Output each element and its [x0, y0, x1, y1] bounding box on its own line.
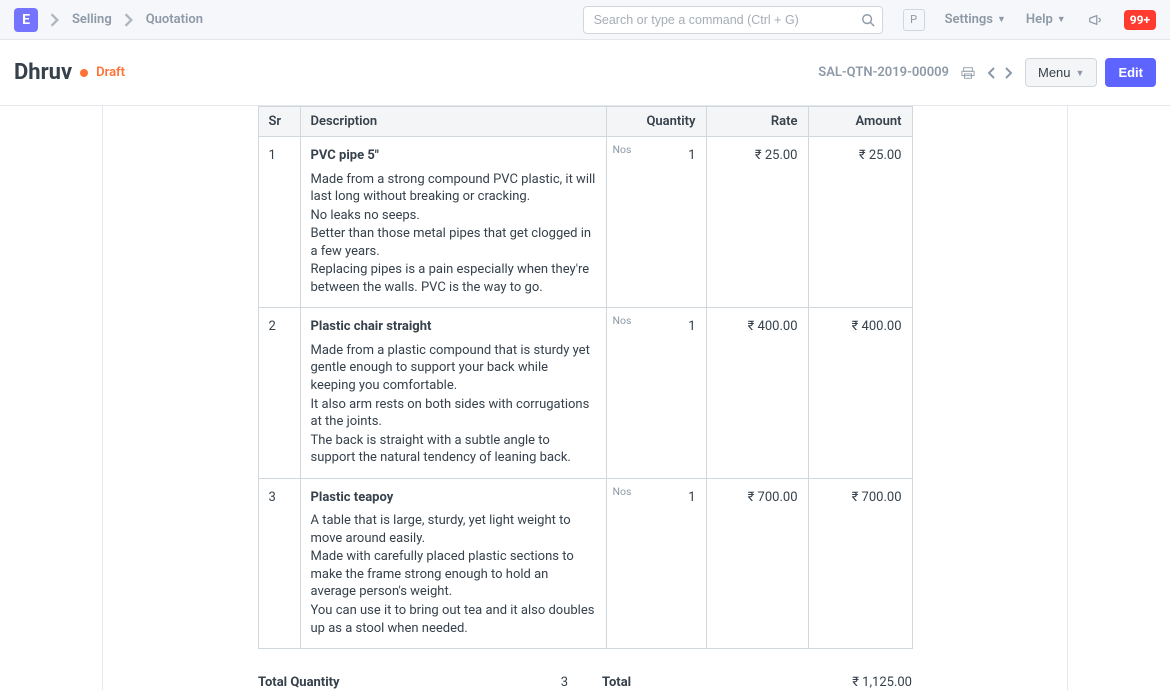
- help-menu[interactable]: Help ▼: [1026, 12, 1066, 27]
- total-label: Total: [602, 675, 631, 690]
- app-logo[interactable]: E: [14, 8, 38, 32]
- table-row: 3 Plastic teapoy A table that is large, st…: [258, 478, 912, 648]
- settings-menu[interactable]: Settings ▼: [945, 12, 1006, 27]
- th-description: Description: [300, 107, 606, 137]
- total-qty-label: Total Quantity: [258, 675, 340, 690]
- navbar: E Selling Quotation P Settings ▼ Help ▼ …: [0, 0, 1170, 40]
- breadcrumb-selling[interactable]: Selling: [72, 12, 112, 27]
- cell-description: Plastic teapoy A table that is large, stu…: [300, 478, 606, 648]
- next-doc-icon[interactable]: [1001, 66, 1015, 80]
- search-container: [583, 6, 883, 34]
- cell-rate: ₹ 400.00: [706, 308, 808, 478]
- notification-badge[interactable]: 99+: [1124, 10, 1156, 30]
- cell-rate: ₹ 700.00: [706, 478, 808, 648]
- total-amount-block: Total ₹ 1,125.00: [602, 675, 912, 690]
- cell-quantity: Nos 1: [606, 137, 706, 308]
- th-rate: Rate: [706, 107, 808, 137]
- cell-description: PVC pipe 5" Made from a strong compound P…: [300, 137, 606, 308]
- table-row: 2 Plastic chair straight Made from a plast…: [258, 308, 912, 478]
- qty-value: 1: [688, 148, 695, 163]
- caret-down-icon: ▼: [997, 14, 1006, 25]
- th-quantity: Quantity: [606, 107, 706, 137]
- items-table: Sr Description Quantity Rate Amount 1PVC…: [258, 106, 913, 649]
- doc-id: SAL-QTN-2019-00009: [818, 65, 949, 80]
- print-icon[interactable]: [961, 66, 975, 80]
- doc-status: Draft: [96, 65, 125, 80]
- item-description: Made from a plastic compound that is stu…: [311, 342, 596, 467]
- chevron-right-icon: [122, 13, 136, 27]
- cell-quantity: Nos 1: [606, 308, 706, 478]
- uom-label: Nos: [613, 485, 632, 499]
- item-name: Plastic teapoy: [311, 489, 596, 507]
- qty-value: 1: [688, 319, 695, 334]
- th-sr: Sr: [258, 107, 300, 137]
- cell-description: Plastic chair straight Made from a plasti…: [300, 308, 606, 478]
- item-description: A table that is large, sturdy, yet light…: [311, 512, 596, 637]
- item-description: Made from a strong compound PVC plastic,…: [311, 171, 596, 297]
- search-icon[interactable]: [861, 13, 875, 27]
- doc-header: Dhruv Draft SAL-QTN-2019-00009 Menu ▼ Ed…: [0, 40, 1170, 106]
- menu-button[interactable]: Menu ▼: [1025, 58, 1097, 87]
- cell-rate: ₹ 25.00: [706, 137, 808, 308]
- chevron-right-icon: [48, 13, 62, 27]
- cell-amount: ₹ 700.00: [808, 478, 912, 648]
- th-amount: Amount: [808, 107, 912, 137]
- prev-doc-icon[interactable]: [985, 66, 999, 80]
- total-value: ₹ 1,125.00: [852, 675, 912, 690]
- status-dot-icon: [80, 69, 88, 77]
- cell-sr: 3: [258, 478, 300, 648]
- doc-title-block: Dhruv Draft: [14, 60, 125, 85]
- breadcrumb-quotation[interactable]: Quotation: [146, 12, 203, 27]
- announcement-icon[interactable]: [1088, 13, 1102, 27]
- menu-label: Menu: [1038, 65, 1071, 80]
- total-qty-value: 3: [561, 675, 568, 690]
- cell-amount: ₹ 25.00: [808, 137, 912, 308]
- uom-label: Nos: [613, 314, 632, 328]
- qty-value: 1: [688, 490, 695, 505]
- cell-amount: ₹ 400.00: [808, 308, 912, 478]
- cell-sr: 1: [258, 137, 300, 308]
- settings-label: Settings: [945, 12, 993, 27]
- cell-quantity: Nos 1: [606, 478, 706, 648]
- totals-row: Total Quantity 3 Total ₹ 1,125.00: [258, 675, 912, 690]
- caret-down-icon: ▼: [1057, 14, 1066, 25]
- doc-nav-icons: [961, 66, 1015, 80]
- search-input[interactable]: [583, 6, 883, 34]
- doc-title: Dhruv: [14, 60, 72, 85]
- content: Sr Description Quantity Rate Amount 1PVC…: [0, 106, 1170, 690]
- doc-body: Sr Description Quantity Rate Amount 1PVC…: [102, 106, 1068, 690]
- edit-button[interactable]: Edit: [1105, 58, 1156, 87]
- cell-sr: 2: [258, 308, 300, 478]
- page-shortcut-indicator[interactable]: P: [903, 9, 925, 31]
- table-row: 1 PVC pipe 5" Made from a strong compound …: [258, 137, 912, 308]
- caret-down-icon: ▼: [1076, 68, 1085, 78]
- uom-label: Nos: [613, 143, 632, 157]
- total-qty-block: Total Quantity 3: [258, 675, 568, 690]
- item-name: PVC pipe 5": [311, 147, 596, 165]
- item-name: Plastic chair straight: [311, 318, 596, 336]
- help-label: Help: [1026, 12, 1053, 27]
